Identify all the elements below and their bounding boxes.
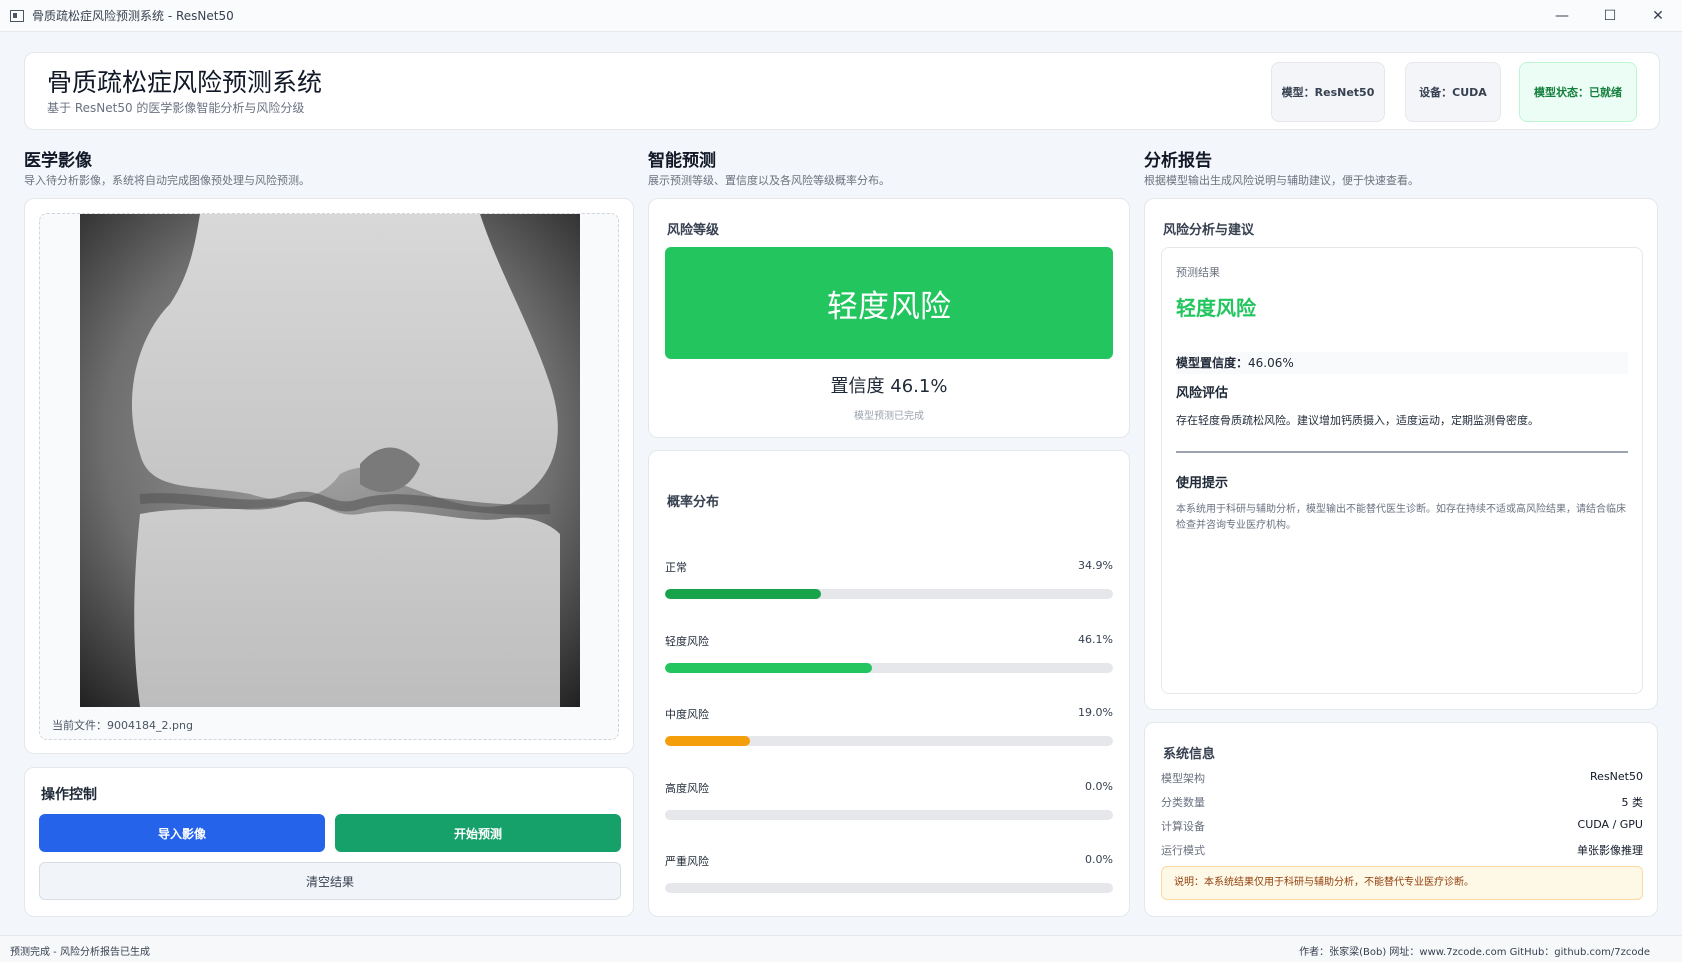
control-card: 操作控制 导入影像 开始预测 清空结果 [24,767,634,917]
section-title-report: 分析报告 [1144,151,1212,171]
sysinfo-key: 运行模式 [1161,844,1205,857]
model-confidence-line: 模型置信度：46.06% [1176,352,1628,374]
risk-level-title: 风险等级 [667,223,720,238]
probability-bar-fill [665,589,821,599]
probability-bar-track [665,662,1113,673]
window-title: 骨质疏松症风险预测系统 - ResNet50 [32,9,234,23]
section-subtitle-predict: 展示预测等级、置信度以及各风险等级概率分布。 [648,174,890,187]
app-header: 骨质疏松症风险预测系统 基于 ResNet50 的医学影像智能分析与风险分级 模… [24,52,1660,130]
sysinfo-key: 分类数量 [1161,796,1205,809]
minimize-button[interactable]: — [1538,0,1586,32]
start-predict-button[interactable]: 开始预测 [335,814,621,852]
probability-label: 严重风险 [665,855,709,868]
sysinfo-value: ResNet50 [1590,770,1643,783]
section-title-image: 医学影像 [24,151,92,171]
probability-value: 46.1% [1078,632,1113,646]
probability-label: 轻度风险 [665,634,709,648]
image-dropzone[interactable]: 当前文件：9004184_2.png [39,213,619,740]
system-info-card: 系统信息 模型架构 ResNet50 分类数量 5 类 计算设备 CUDA / … [1144,722,1658,917]
section-title-predict: 智能预测 [648,151,716,171]
model-confidence-value: 46.06% [1248,356,1294,370]
current-file-label: 当前文件：9004184_2.png [52,719,193,732]
probability-value: 34.9% [1078,559,1113,572]
maximize-button[interactable]: ☐ [1586,0,1634,32]
probability-label: 中度风险 [665,708,709,721]
tips-text: 本系统用于科研与辅助分析，模型输出不能替代医生诊断。如存在持续不适或高风险结果，… [1176,504,1626,531]
app-icon [10,9,24,22]
result-value: 轻度风险 [1176,296,1256,320]
probability-bar-track [665,883,1113,893]
section-subtitle-image: 导入待分析影像，系统将自动完成图像预处理与风险预测。 [24,174,310,187]
probability-card: 概率分布 正常 34.9% 轻度风险 46.1% 中度风险 19.0% 高度风险 0.0% 严重… [648,450,1130,917]
status-bar: 预测完成 - 风险分析报告已生成 作者：张家梁(Bob) 网址：www.7zco… [0,935,1682,962]
risk-level-display: 轻度风险 [665,247,1113,359]
sysinfo-value: 单张影像推理 [1577,844,1643,857]
model-confidence-label: 模型置信度： [1176,356,1249,370]
probability-title: 概率分布 [667,495,720,510]
sysinfo-key: 计算设备 [1161,820,1205,833]
disclaimer-note: 说明：本系统结果仅用于科研与辅助分析，不能替代专业医疗诊断。 [1161,866,1643,900]
probability-value: 0.0% [1085,853,1113,866]
author-info: 作者：张家梁(Bob) 网址：www.7zcode.com GitHub：git… [1299,947,1650,958]
image-card: 当前文件：9004184_2.png [24,198,634,754]
clear-results-button[interactable]: 清空结果 [39,862,621,900]
window-controls: — ☐ ✕ [1538,0,1682,32]
confidence-readout: 置信度 46.1% [830,376,948,397]
device-badge: 设备：CUDA [1405,62,1501,122]
report-title: 风险分析与建议 [1163,223,1255,238]
assessment-text: 存在轻度骨质疏松风险。建议增加钙质摄入，适度运动，定期监测骨密度。 [1176,414,1539,427]
page-subtitle: 基于 ResNet50 的医学影像智能分析与风险分级 [47,101,305,115]
xray-image [80,214,580,707]
section-subtitle-report: 根据模型输出生成风险说明与辅助建议，便于快速查看。 [1144,174,1419,187]
model-status-badge: 模型状态：已就绪 [1519,62,1637,122]
sysinfo-value: CUDA / GPU [1577,818,1643,831]
probability-label: 高度风险 [665,781,709,795]
status-message: 预测完成 - 风险分析报告已生成 [10,947,150,958]
probability-value: 0.0% [1085,779,1113,793]
result-label: 预测结果 [1176,266,1220,279]
report-inner-panel: 预测结果 轻度风险 模型置信度：46.06% 风险评估 存在轻度骨质疏松风险。建… [1161,247,1643,694]
window-titlebar: 骨质疏松症风险预测系统 - ResNet50 — ☐ ✕ [0,0,1682,32]
tips-title: 使用提示 [1176,476,1229,491]
probability-label: 正常 [665,561,687,574]
model-badge: 模型：ResNet50 [1271,62,1385,122]
probability-bar-fill [665,736,750,746]
report-card: 风险分析与建议 预测结果 轻度风险 模型置信度：46.06% 风险评估 存在轻度… [1144,198,1658,710]
sysinfo-value: 5 类 [1621,796,1644,809]
control-title: 操作控制 [41,787,97,803]
prediction-status-note: 模型预测已完成 [854,411,924,422]
close-button[interactable]: ✕ [1634,0,1682,32]
import-image-button[interactable]: 导入影像 [39,814,325,852]
probability-value: 19.0% [1078,706,1113,719]
probability-bar-track [665,736,1113,746]
probability-bar-fill [665,662,872,673]
assessment-title: 风险评估 [1176,386,1229,401]
report-divider [1176,451,1628,453]
system-info-title: 系统信息 [1163,747,1216,762]
page-title: 骨质疏松症风险预测系统 [47,68,323,97]
probability-bar-track [665,589,1113,599]
sysinfo-key: 模型架构 [1161,772,1205,785]
knee-xray-graphic [80,214,580,707]
risk-level-card: 风险等级 轻度风险 置信度 46.1% 模型预测已完成 [648,198,1130,438]
probability-bar-track [665,809,1113,820]
